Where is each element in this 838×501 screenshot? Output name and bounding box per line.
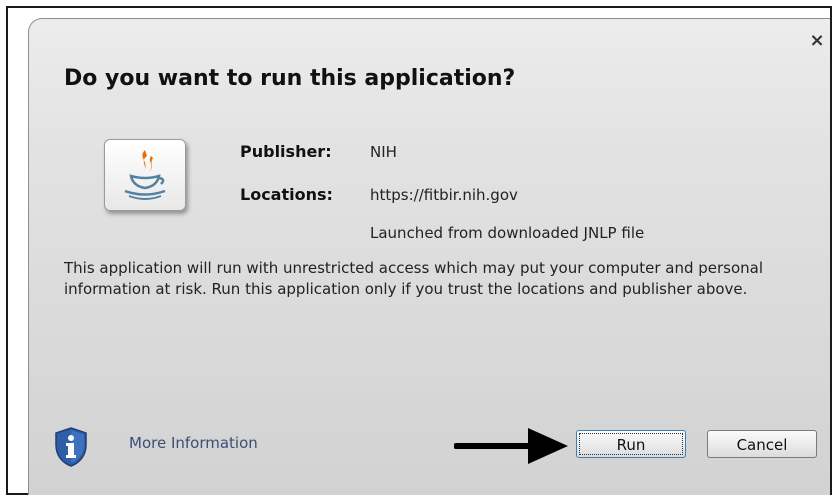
publisher-value: NIH — [370, 143, 397, 161]
locations-label: Locations: — [240, 185, 333, 204]
warning-text: This application will run with unrestric… — [64, 259, 764, 298]
close-icon[interactable]: × — [808, 32, 826, 50]
cancel-button[interactable]: Cancel — [707, 430, 817, 458]
locations-value: https://fitbir.nih.gov — [370, 186, 518, 204]
run-button[interactable]: Run — [576, 430, 686, 458]
dialog-title: Do you want to run this application? — [64, 66, 516, 91]
publisher-label: Publisher: — [240, 142, 332, 161]
shield-info-icon — [54, 427, 88, 467]
java-icon — [104, 139, 186, 211]
launch-note: Launched from downloaded JNLP file — [370, 224, 645, 242]
pointer-arrow-annotation — [454, 428, 568, 464]
more-information-link[interactable]: More Information — [129, 434, 258, 452]
